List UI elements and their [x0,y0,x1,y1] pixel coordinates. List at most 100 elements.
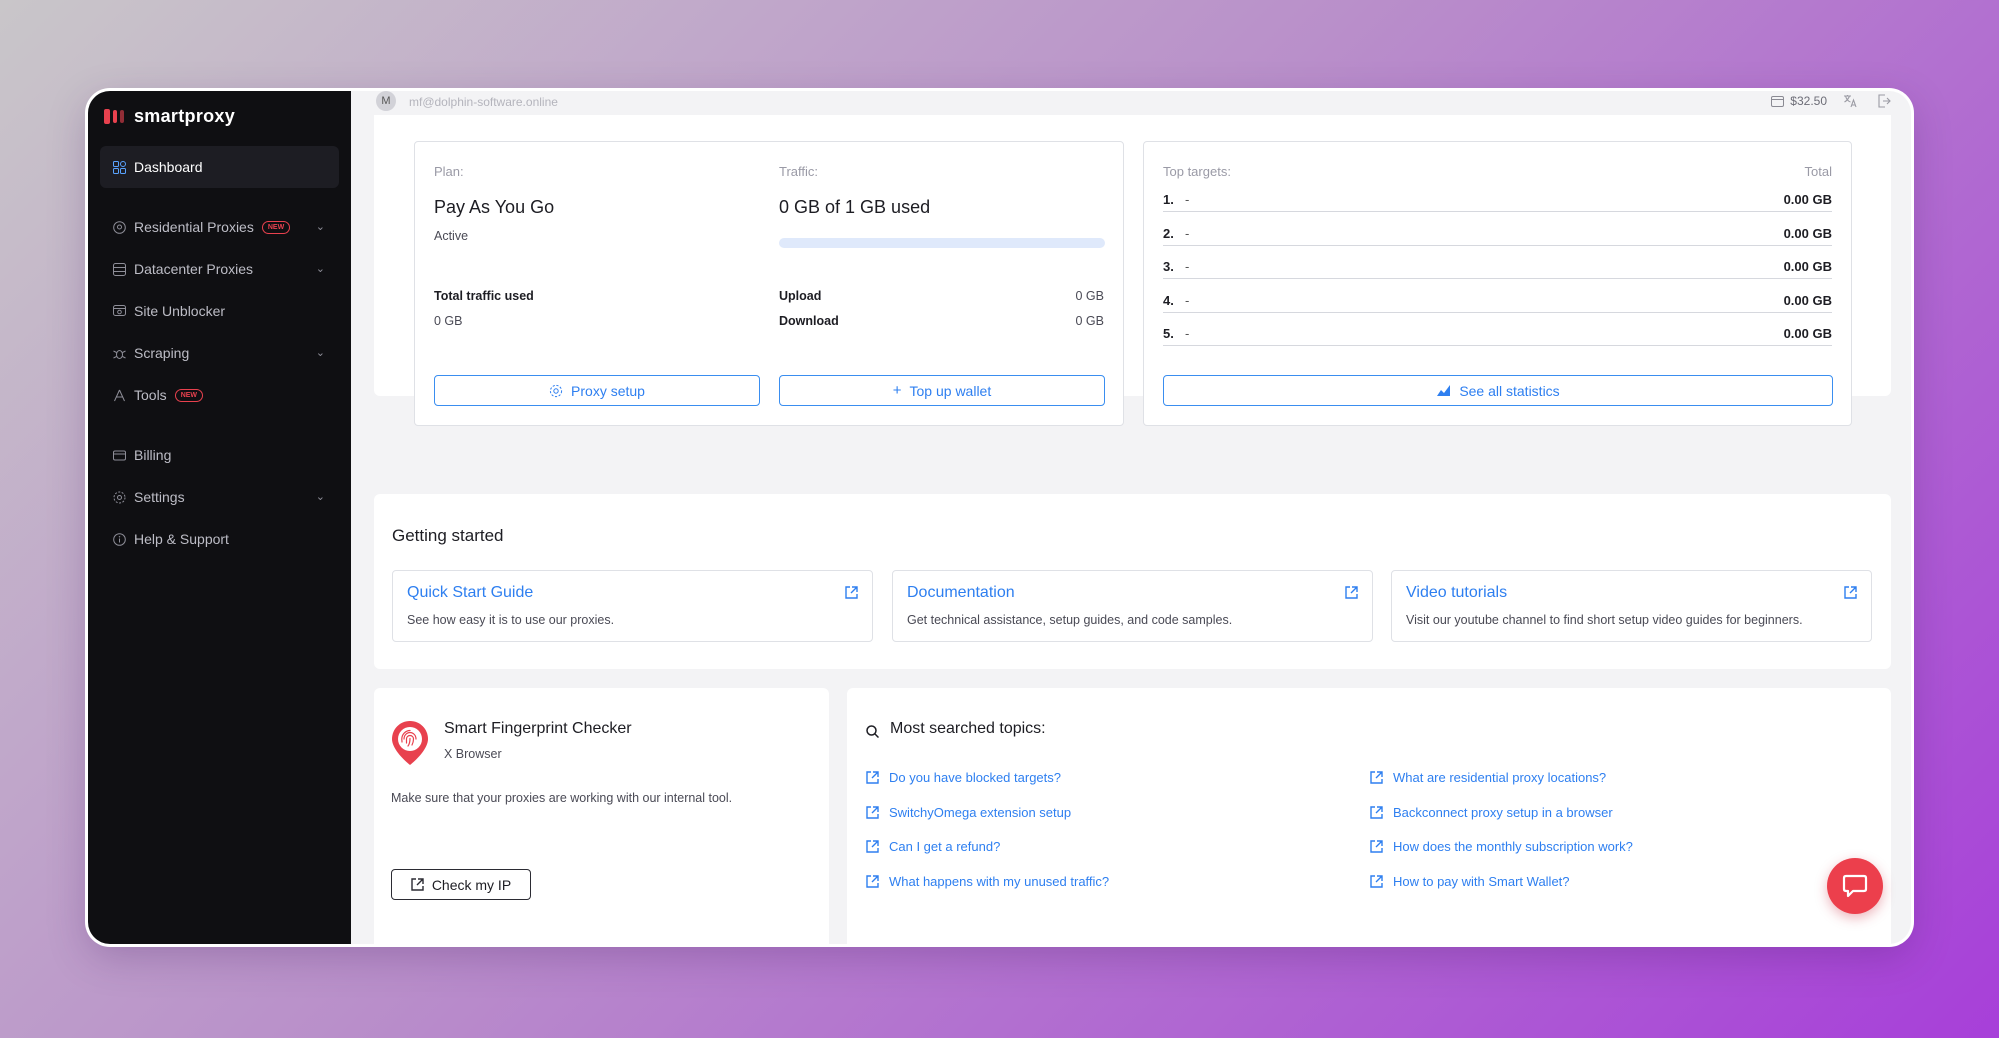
topics-title: Most searched topics: [890,720,1046,737]
gear-icon [549,384,563,397]
external-link-icon [1370,771,1383,784]
topic-label: Do you have blocked targets? [889,770,1061,785]
target-domain: - [1185,259,1190,274]
target-rank: 4. [1163,292,1174,308]
tools-icon [112,388,126,402]
main-content: M mf@dolphin-software.online $32.50 Plan… [351,91,1911,944]
card-title: Quick Start Guide [407,584,534,601]
button-label: See all statistics [1459,382,1560,399]
sidebar-item-site-unblocker[interactable]: Site Unblocker [100,290,339,332]
sidebar-item-billing[interactable]: Billing [100,434,339,476]
sidebar-item-label: Dashboard [134,159,203,175]
info-icon [112,532,126,546]
target-value: 0.00 GB [1783,292,1832,308]
traffic-label: Traffic: [779,164,819,179]
external-link-icon [1345,586,1358,599]
traffic-used: 0 GB of 1 GB used [779,197,931,217]
logout-icon[interactable] [1877,94,1891,108]
fingerprint-subtitle: X Browser [444,747,502,761]
see-all-statistics-button[interactable]: See all statistics [1163,375,1833,406]
upload-value: 0 GB [1075,289,1105,303]
topic-link[interactable]: Backconnect proxy setup in a browser [1370,805,1613,820]
target-value: 0.00 GB [1783,192,1832,207]
card-title: Video tutorials [1406,584,1508,601]
chevron-down-icon: ⌄ [315,347,325,359]
fingerprint-title: Smart Fingerprint Checker [444,720,632,737]
brand-logo[interactable]: smartproxy [104,104,235,128]
plan-label: Plan: [434,164,464,179]
target-value: 0.00 GB [1783,259,1832,274]
topic-link[interactable]: How to pay with Smart Wallet? [1370,874,1570,889]
top-targets-title: Top targets: [1163,164,1231,179]
fingerprint-icon [391,720,429,766]
chart-icon [1437,385,1451,396]
balance-value: $32.50 [1790,94,1827,108]
card-description: Get technical assistance, setup guides, … [907,613,1233,627]
sidebar-item-datacenter-proxies[interactable]: Datacenter Proxies ⌄ [100,248,339,290]
target-row: 4. - 0.00 GB [1163,287,1832,313]
sidebar-item-label: Tools [134,387,167,403]
external-link-icon [1370,840,1383,853]
sidebar-item-scraping[interactable]: Scraping ⌄ [100,332,339,374]
external-link-icon [866,805,879,819]
fingerprint-checker-panel: Smart Fingerprint Checker X Browser Make… [374,688,829,944]
card-icon [112,448,126,462]
location-icon [112,220,126,234]
target-domain: - [1185,192,1190,207]
documentation-card[interactable]: Documentation Get technical assistance, … [892,570,1373,642]
top-up-wallet-button[interactable]: + Top up wallet [779,375,1105,406]
plan-status: Active [434,229,469,243]
app-window: smartproxy Dashboard Residential Proxies… [88,91,1911,944]
topic-link[interactable]: What happens with my unused traffic? [866,874,1109,889]
external-link-icon [1844,586,1857,599]
check-my-ip-button[interactable]: Check my IP [391,869,531,900]
target-row: 1. - 0.00 GB [1163,186,1832,212]
chevron-down-icon: ⌄ [315,221,325,233]
getting-started-panel: Getting started Quick Start Guide See ho… [374,494,1891,669]
sidebar-item-label: Billing [134,447,172,463]
fingerprint-description: Make sure that your proxies are working … [391,791,733,805]
chat-button[interactable] [1827,858,1883,914]
target-row: 5. - 0.00 GB [1163,320,1832,346]
sidebar-item-label: Help & Support [134,531,229,547]
quick-start-guide-card[interactable]: Quick Start Guide See how easy it is to … [392,570,873,642]
target-domain: - [1185,292,1190,308]
search-icon [866,725,879,738]
wallet-balance[interactable]: $32.50 [1771,94,1827,108]
proxy-setup-button[interactable]: Proxy setup [434,375,760,406]
card-description: Visit our youtube channel to find short … [1406,613,1803,627]
server-icon [112,262,126,276]
card-title: Documentation [907,584,1015,601]
sidebar-item-tools[interactable]: Tools NEW [100,374,339,416]
topic-link[interactable]: What are residential proxy locations? [1370,770,1606,785]
total-traffic-value: 0 GB [434,314,463,328]
sidebar-item-help-support[interactable]: Help & Support [100,518,339,560]
overview-panel: Plan: Pay As You Go Active Total traffic… [374,115,1891,426]
translate-icon[interactable] [1843,94,1857,108]
topic-link[interactable]: Do you have blocked targets? [866,770,1061,785]
chevron-down-icon: ⌄ [315,263,325,275]
sidebar-item-settings[interactable]: Settings ⌄ [100,476,339,518]
external-link-icon [1370,874,1383,888]
video-tutorials-card[interactable]: Video tutorials Visit our youtube channe… [1391,570,1872,642]
plus-icon: + [892,381,902,399]
target-row: 3. - 0.00 GB [1163,253,1832,279]
external-link-icon [866,771,879,784]
avatar[interactable]: M [376,91,396,111]
wallet-icon [1771,95,1785,107]
sidebar-item-label: Datacenter Proxies [134,261,254,277]
topic-link[interactable]: Can I get a refund? [866,839,1000,854]
topic-link[interactable]: SwitchyOmega extension setup [866,805,1071,820]
target-rank: 1. [1163,192,1174,207]
sidebar-item-residential-proxies[interactable]: Residential Proxies NEW ⌄ [100,206,339,248]
chevron-down-icon: ⌄ [315,491,325,503]
target-rank: 5. [1163,326,1174,341]
topic-link[interactable]: How does the monthly subscription work? [1370,839,1633,854]
topic-label: What are residential proxy locations? [1393,770,1607,785]
most-searched-topics-panel: Most searched topics: Do you have blocke… [847,688,1891,944]
target-rank: 2. [1163,225,1174,241]
card-description: See how easy it is to use our proxies. [407,613,615,627]
sidebar-item-dashboard[interactable]: Dashboard [100,146,339,188]
external-link-icon [845,586,858,599]
topic-label: Backconnect proxy setup in a browser [1393,804,1613,820]
